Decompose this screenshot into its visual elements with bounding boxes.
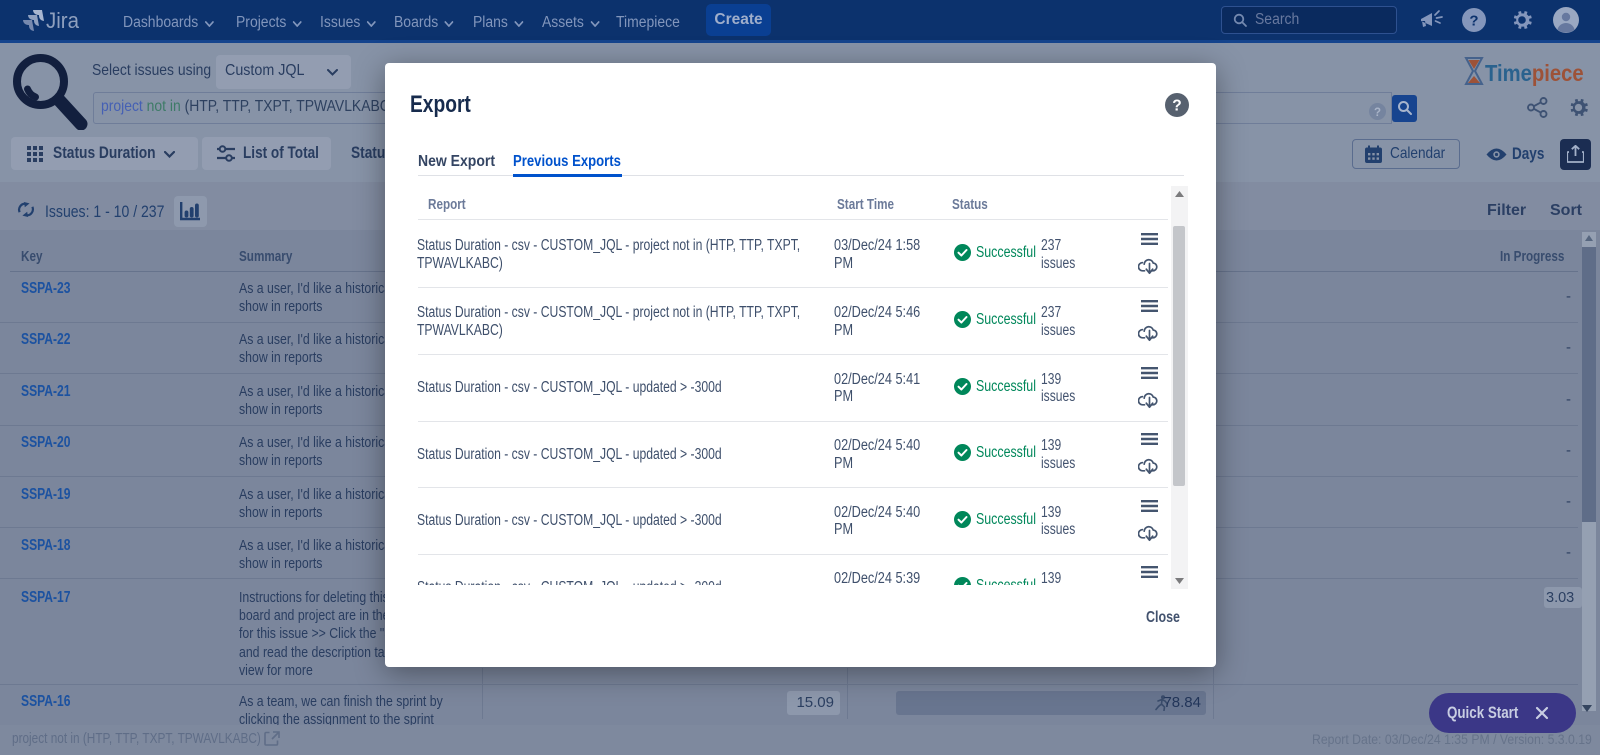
- svg-text:?: ?: [1469, 13, 1478, 30]
- svg-text:?: ?: [1172, 98, 1181, 115]
- svg-text:?: ?: [1374, 107, 1381, 119]
